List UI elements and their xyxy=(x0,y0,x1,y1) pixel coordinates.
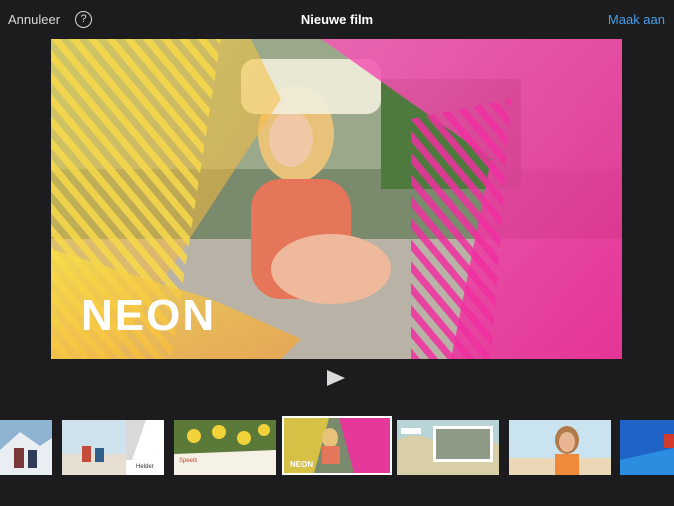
theme-thumbnail[interactable] xyxy=(397,420,499,475)
theme-thumbnail-image xyxy=(174,420,276,475)
theme-thumbnail-image xyxy=(620,420,674,475)
theme-thumbnail-selected[interactable]: NEON xyxy=(282,416,392,475)
theme-preview[interactable]: NEON xyxy=(51,39,622,359)
theme-strip[interactable]: Helder Speels NEON xyxy=(0,416,674,478)
play-button[interactable] xyxy=(326,369,346,392)
theme-label: NEON xyxy=(290,460,314,469)
theme-thumbnail[interactable]: Speels xyxy=(174,420,276,475)
theme-title: NEON xyxy=(81,291,217,340)
theme-thumbnail[interactable] xyxy=(509,420,611,475)
theme-thumbnail[interactable]: Helder xyxy=(62,420,164,475)
create-button[interactable]: Maak aan xyxy=(608,12,665,27)
theme-thumbnail-image xyxy=(0,420,52,475)
theme-thumbnail-image xyxy=(397,420,499,475)
theme-thumbnail-image xyxy=(509,420,611,475)
theme-thumbnail[interactable] xyxy=(0,420,52,475)
top-bar: Annuleer ? Nieuwe film Maak aan xyxy=(0,0,674,40)
theme-label: Speels xyxy=(179,458,198,464)
play-icon xyxy=(327,370,345,386)
theme-label: Helder xyxy=(136,464,154,470)
page-title: Nieuwe film xyxy=(300,12,374,27)
theme-thumbnail[interactable] xyxy=(620,420,674,475)
